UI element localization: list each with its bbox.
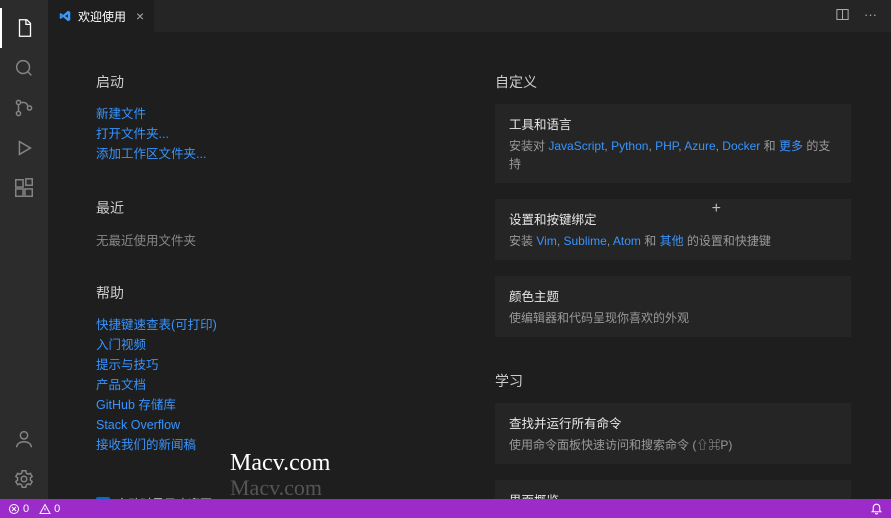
- help-section: 帮助 快捷键速查表(可打印) 入门视频 提示与技巧 产品文档 GitHub 存储…: [96, 283, 435, 455]
- overview-card[interactable]: 界面概览 查看突出显示主要 UI 组件的叠加图: [495, 480, 851, 499]
- new-file-link[interactable]: 新建文件: [96, 104, 435, 124]
- learn-section: 学习 查找并运行所有命令 使用命令面板快速访问和搜索命令 (⇧⌘P) 界面概览 …: [495, 371, 851, 499]
- editor-area: 欢迎使用 × ··· 启动 新建文件 打开文件夹... 添加工作区文件夹... …: [48, 0, 891, 499]
- link-atom[interactable]: Atom: [613, 234, 641, 248]
- left-column: 启动 新建文件 打开文件夹... 添加工作区文件夹... 最近 无最近使用文件夹…: [96, 72, 435, 499]
- commands-title: 查找并运行所有命令: [509, 413, 837, 432]
- keybindings-desc: 安装 Vim, Sublime, Atom 和 其他 的设置和快捷键: [509, 232, 837, 250]
- plus-icon: +: [712, 200, 721, 218]
- welcome-page: 启动 新建文件 打开文件夹... 添加工作区文件夹... 最近 无最近使用文件夹…: [48, 32, 891, 499]
- help-cheatsheet-link[interactable]: 快捷键速查表(可打印): [96, 315, 435, 335]
- right-column: 自定义 工具和语言 安装对 JavaScript, Python, PHP, A…: [495, 72, 851, 499]
- overview-title: 界面概览: [509, 490, 837, 499]
- recent-section: 最近 无最近使用文件夹: [96, 198, 435, 249]
- explorer-icon[interactable]: [0, 8, 48, 48]
- bell-icon: [870, 502, 883, 515]
- status-bell[interactable]: [870, 502, 883, 515]
- tab-title: 欢迎使用: [78, 8, 126, 25]
- account-icon[interactable]: [0, 419, 48, 459]
- tab-actions: ···: [835, 7, 891, 25]
- warning-icon: [39, 503, 51, 515]
- link-javascript[interactable]: JavaScript: [548, 139, 604, 153]
- status-warnings[interactable]: 0: [39, 503, 60, 515]
- link-python[interactable]: Python: [611, 139, 648, 153]
- link-docker[interactable]: Docker: [722, 139, 760, 153]
- link-vim[interactable]: Vim: [536, 234, 556, 248]
- close-icon[interactable]: ×: [136, 8, 144, 24]
- extensions-icon[interactable]: [0, 168, 48, 208]
- more-icon[interactable]: ···: [864, 7, 877, 25]
- help-newsletter-link[interactable]: 接收我们的新闻稿: [96, 435, 435, 455]
- settings-gear-icon[interactable]: [0, 459, 48, 499]
- tab-welcome[interactable]: 欢迎使用 ×: [48, 0, 154, 32]
- start-section: 启动 新建文件 打开文件夹... 添加工作区文件夹...: [96, 72, 435, 164]
- link-other[interactable]: 其他: [660, 234, 684, 248]
- add-workspace-link[interactable]: 添加工作区文件夹...: [96, 144, 435, 164]
- color-theme-card[interactable]: 颜色主题 使编辑器和代码呈现你喜欢的外观: [495, 276, 851, 337]
- help-intro-videos-link[interactable]: 入门视频: [96, 335, 435, 355]
- help-stackoverflow-link[interactable]: Stack Overflow: [96, 415, 435, 435]
- recent-empty: 无最近使用文件夹: [96, 230, 435, 249]
- customize-heading: 自定义: [495, 72, 851, 92]
- help-docs-link[interactable]: 产品文档: [96, 375, 435, 395]
- keybindings-title: 设置和按键绑定: [509, 209, 837, 228]
- split-editor-icon[interactable]: [835, 7, 850, 25]
- link-azure[interactable]: Azure: [684, 139, 715, 153]
- customize-section: 自定义 工具和语言 安装对 JavaScript, Python, PHP, A…: [495, 72, 851, 337]
- link-php[interactable]: PHP: [655, 139, 678, 153]
- help-tips-link[interactable]: 提示与技巧: [96, 355, 435, 375]
- search-icon[interactable]: [0, 48, 48, 88]
- learn-heading: 学习: [495, 371, 851, 391]
- commands-desc: 使用命令面板快速访问和搜索命令 (⇧⌘P): [509, 436, 837, 454]
- tools-card[interactable]: 工具和语言 安装对 JavaScript, Python, PHP, Azure…: [495, 104, 851, 183]
- tools-title: 工具和语言: [509, 114, 837, 133]
- keybindings-card[interactable]: 设置和按键绑定 安装 Vim, Sublime, Atom 和 其他 的设置和快…: [495, 199, 851, 260]
- debug-icon[interactable]: [0, 128, 48, 168]
- link-sublime[interactable]: Sublime: [564, 234, 607, 248]
- color-theme-title: 颜色主题: [509, 286, 837, 305]
- commands-card[interactable]: 查找并运行所有命令 使用命令面板快速访问和搜索命令 (⇧⌘P): [495, 403, 851, 464]
- status-errors[interactable]: 0: [8, 503, 29, 515]
- activity-bar: [0, 0, 48, 499]
- link-more[interactable]: 更多: [779, 139, 803, 153]
- tab-bar: 欢迎使用 × ···: [48, 0, 891, 32]
- recent-heading: 最近: [96, 198, 435, 218]
- help-heading: 帮助: [96, 283, 435, 303]
- start-heading: 启动: [96, 72, 435, 92]
- color-theme-desc: 使编辑器和代码呈现你喜欢的外观: [509, 309, 837, 327]
- error-icon: [8, 503, 20, 515]
- help-github-link[interactable]: GitHub 存储库: [96, 395, 435, 415]
- vscode-icon: [58, 9, 72, 23]
- open-folder-link[interactable]: 打开文件夹...: [96, 124, 435, 144]
- source-control-icon[interactable]: [0, 88, 48, 128]
- tools-desc: 安装对 JavaScript, Python, PHP, Azure, Dock…: [509, 137, 837, 173]
- status-bar: 0 0: [0, 499, 891, 518]
